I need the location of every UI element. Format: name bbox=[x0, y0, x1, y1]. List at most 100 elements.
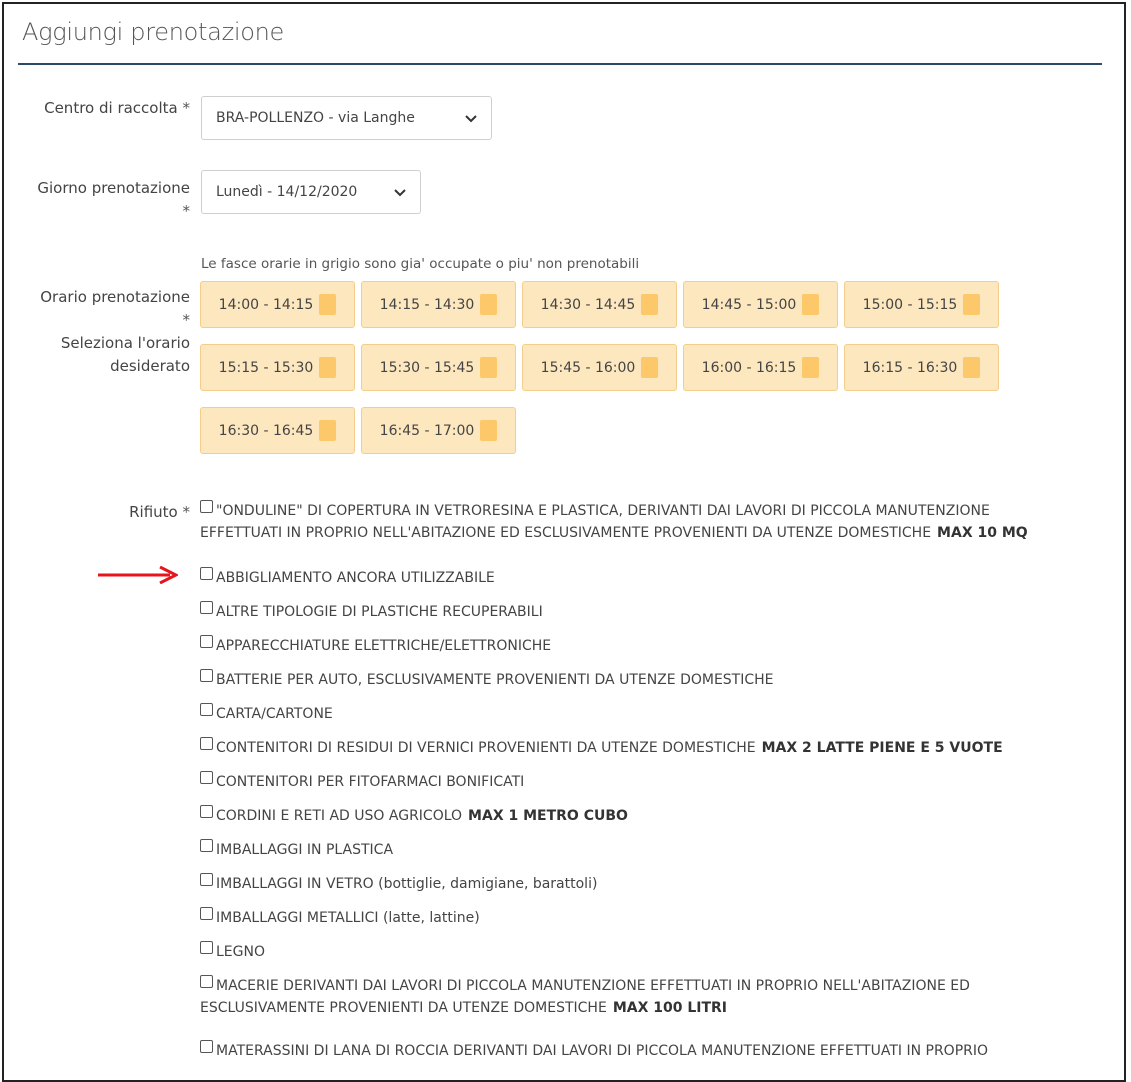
orario-sublabel-2: desiderato bbox=[110, 357, 190, 375]
waste-checkbox[interactable] bbox=[200, 635, 213, 648]
waste-max-limit: MAX 100 LITRI bbox=[612, 1000, 728, 1016]
waste-checkbox[interactable] bbox=[200, 873, 213, 886]
waste-item-label-cont: ESCLUSIVAMENTE PROVENIENTI DA UTENZE DOM… bbox=[200, 1000, 607, 1016]
waste-item-label: IMBALLAGGI METALLICI (latte, lattine) bbox=[216, 910, 480, 926]
required-mark: * bbox=[182, 202, 191, 220]
waste-checkbox[interactable] bbox=[200, 601, 213, 614]
time-slot[interactable]: 14:45 - 15:00 bbox=[683, 281, 838, 328]
waste-item-label: IMBALLAGGI IN VETRO (bottiglie, damigian… bbox=[216, 876, 598, 892]
waste-item: IMBALLAGGI IN VETRO (bottiglie, damigian… bbox=[200, 873, 1100, 895]
slot-status-square bbox=[963, 357, 981, 378]
waste-item-label: LEGNO bbox=[216, 944, 265, 960]
centro-select[interactable]: BRA-POLLENZO - via Langhe bbox=[201, 96, 492, 140]
slot-status-square bbox=[802, 294, 820, 315]
waste-checkbox[interactable] bbox=[200, 975, 213, 988]
waste-checkbox[interactable] bbox=[200, 907, 213, 920]
waste-item-label: CARTA/CARTONE bbox=[216, 706, 333, 722]
time-slot[interactable]: 14:00 - 14:15 bbox=[200, 281, 355, 328]
waste-item: BATTERIE PER AUTO, ESCLUSIVAMENTE PROVEN… bbox=[200, 669, 1100, 691]
giorno-label: Giorno prenotazione * bbox=[37, 177, 190, 223]
waste-checkbox[interactable] bbox=[200, 703, 213, 716]
waste-item-label: CONTENITORI DI RESIDUI DI VERNICI PROVEN… bbox=[216, 740, 756, 756]
giorno-select[interactable]: Lunedì - 14/12/2020 bbox=[201, 170, 421, 214]
required-mark: * bbox=[182, 503, 191, 521]
waste-item: "ONDULINE" DI COPERTURA IN VETRORESINA E… bbox=[200, 500, 1100, 544]
centro-label-text: Centro di raccolta bbox=[44, 99, 178, 117]
waste-item-label: ALTRE TIPOLOGIE DI PLASTICHE RECUPERABIL… bbox=[216, 604, 543, 620]
slot-status-square bbox=[319, 357, 337, 378]
chevron-down-icon bbox=[394, 189, 406, 197]
waste-item: ABBIGLIAMENTO ANCORA UTILIZZABILE bbox=[200, 567, 1100, 589]
waste-checkbox[interactable] bbox=[200, 500, 213, 513]
giorno-label-text: Giorno prenotazione bbox=[37, 179, 190, 197]
waste-checkbox[interactable] bbox=[200, 669, 213, 682]
waste-item-label: CORDINI E RETI AD USO AGRICOLO bbox=[216, 808, 463, 824]
time-slot-label: 15:15 - 15:30 bbox=[218, 359, 314, 376]
required-mark: * bbox=[182, 311, 191, 329]
waste-item: CORDINI E RETI AD USO AGRICOLO MAX 1 METR… bbox=[200, 805, 1100, 827]
slot-status-square bbox=[641, 294, 659, 315]
time-slot[interactable]: 15:30 - 15:45 bbox=[361, 344, 516, 391]
time-slot-label: 15:30 - 15:45 bbox=[379, 359, 475, 376]
time-slot-label: 16:15 - 16:30 bbox=[862, 359, 958, 376]
waste-checkbox[interactable] bbox=[200, 805, 213, 818]
waste-checkbox[interactable] bbox=[200, 771, 213, 784]
slot-status-square bbox=[802, 357, 820, 378]
waste-max-limit: MAX 2 LATTE PIENE E 5 VUOTE bbox=[761, 740, 1003, 756]
rifiuto-label-text: Rifiuto bbox=[129, 503, 178, 521]
title-divider bbox=[18, 63, 1102, 65]
waste-item: MATERASSINI DI LANA DI ROCCIA DERIVANTI … bbox=[200, 1040, 1100, 1062]
giorno-select-value: Lunedì - 14/12/2020 bbox=[216, 184, 358, 200]
slot-status-square bbox=[480, 294, 498, 315]
waste-checkbox[interactable] bbox=[200, 941, 213, 954]
centro-label: Centro di raccolta * bbox=[44, 97, 190, 120]
slots-hint: Le fasce orarie in grigio sono gia' occu… bbox=[201, 256, 640, 272]
time-slot-label: 15:45 - 16:00 bbox=[540, 359, 636, 376]
time-slot[interactable]: 16:00 - 16:15 bbox=[683, 344, 838, 391]
waste-item: ALTRE TIPOLOGIE DI PLASTICHE RECUPERABIL… bbox=[200, 601, 1100, 623]
orario-label-text: Orario prenotazione bbox=[40, 288, 190, 306]
waste-max-limit: MAX 1 METRO CUBO bbox=[468, 808, 628, 824]
centro-select-value: BRA-POLLENZO - via Langhe bbox=[216, 110, 415, 126]
waste-item: CARTA/CARTONE bbox=[200, 703, 1100, 725]
slot-status-square bbox=[963, 294, 981, 315]
slot-status-square bbox=[319, 294, 337, 315]
waste-item-label: ABBIGLIAMENTO ANCORA UTILIZZABILE bbox=[216, 570, 495, 586]
time-slot[interactable]: 16:15 - 16:30 bbox=[844, 344, 999, 391]
time-slot[interactable]: 14:30 - 14:45 bbox=[522, 281, 677, 328]
slot-status-square bbox=[480, 420, 498, 441]
waste-max-limit: MAX 10 MQ bbox=[937, 525, 1028, 541]
waste-item-label: MACERIE DERIVANTI DAI LAVORI DI PICCOLA … bbox=[216, 978, 970, 994]
waste-checkbox[interactable] bbox=[200, 737, 213, 750]
slot-status-square bbox=[641, 357, 659, 378]
time-slot[interactable]: 15:15 - 15:30 bbox=[200, 344, 355, 391]
waste-checkbox[interactable] bbox=[200, 567, 213, 580]
waste-item: LEGNO bbox=[200, 941, 1100, 963]
time-slot-label: 16:30 - 16:45 bbox=[218, 422, 314, 439]
time-slot[interactable]: 15:00 - 15:15 bbox=[844, 281, 999, 328]
time-slot[interactable]: 15:45 - 16:00 bbox=[522, 344, 677, 391]
waste-item-label: MATERASSINI DI LANA DI ROCCIA DERIVANTI … bbox=[216, 1043, 989, 1059]
waste-item-label: APPARECCHIATURE ELETTRICHE/ELETTRONICHE bbox=[216, 638, 552, 654]
time-slot[interactable]: 14:15 - 14:30 bbox=[361, 281, 516, 328]
waste-item-label: "ONDULINE" DI COPERTURA IN VETRORESINA E… bbox=[216, 503, 990, 519]
waste-item: MACERIE DERIVANTI DAI LAVORI DI PICCOLA … bbox=[200, 975, 1100, 1019]
time-slot[interactable]: 16:45 - 17:00 bbox=[361, 407, 516, 454]
waste-item-label: BATTERIE PER AUTO, ESCLUSIVAMENTE PROVEN… bbox=[216, 672, 774, 688]
waste-item: IMBALLAGGI IN PLASTICA bbox=[200, 839, 1100, 861]
page-title: Aggiungi prenotazione bbox=[22, 18, 284, 46]
time-slot-label: 14:45 - 15:00 bbox=[701, 296, 797, 313]
waste-checkbox[interactable] bbox=[200, 1040, 213, 1053]
time-slot-label: 14:00 - 14:15 bbox=[218, 296, 314, 313]
waste-item-label-cont: EFFETTUATI IN PROPRIO NELL'ABITAZIONE ED… bbox=[200, 525, 932, 541]
waste-item-label: CONTENITORI PER FITOFARMACI BONIFICATI bbox=[216, 774, 525, 790]
rifiuto-label: Rifiuto * bbox=[129, 501, 190, 524]
slot-status-square bbox=[480, 357, 498, 378]
time-slot[interactable]: 16:30 - 16:45 bbox=[200, 407, 355, 454]
waste-item-label: IMBALLAGGI IN PLASTICA bbox=[216, 842, 394, 858]
chevron-down-icon bbox=[465, 115, 477, 123]
time-slot-label: 16:00 - 16:15 bbox=[701, 359, 797, 376]
waste-checkbox[interactable] bbox=[200, 839, 213, 852]
time-slot-label: 15:00 - 15:15 bbox=[862, 296, 958, 313]
waste-item: IMBALLAGGI METALLICI (latte, lattine) bbox=[200, 907, 1100, 929]
